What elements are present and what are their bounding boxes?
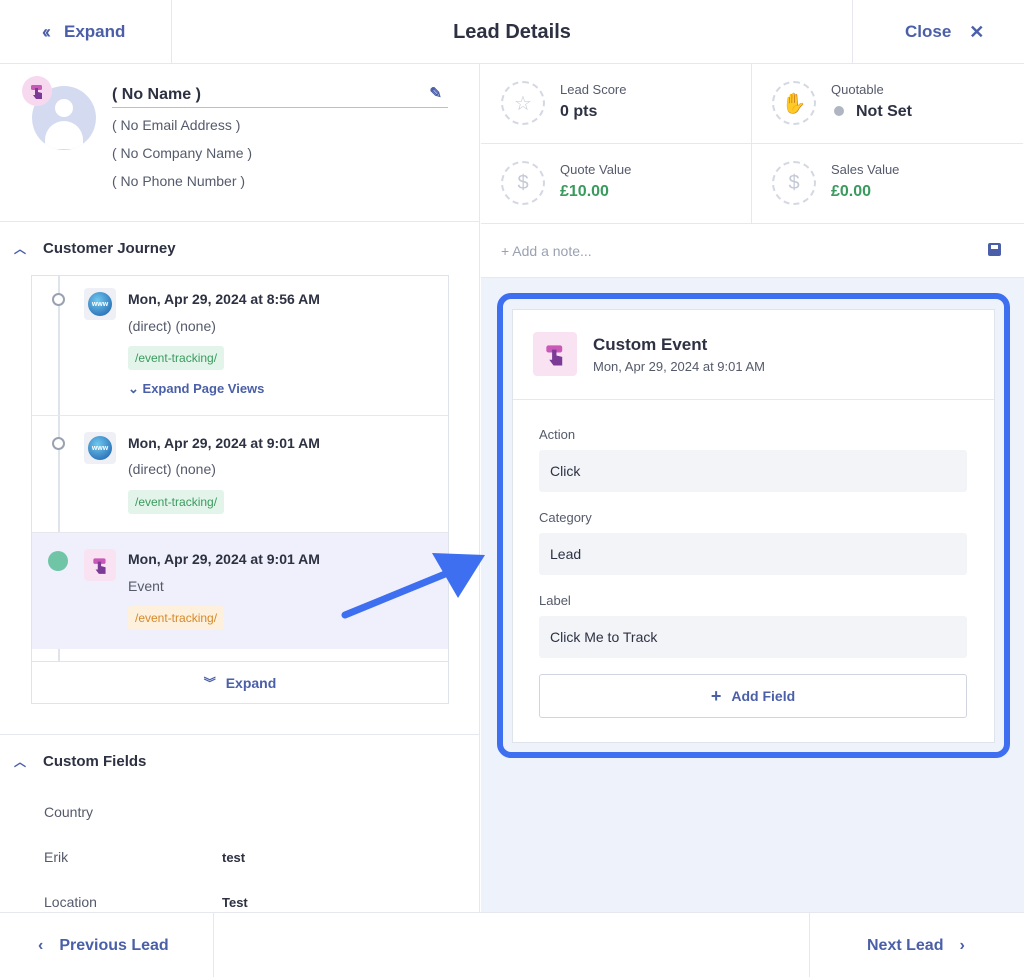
stat-label: Quotable <box>831 82 884 97</box>
money-bag-icon: $ <box>772 161 816 205</box>
custom-event-card: Custom Event Mon, Apr 29, 2024 at 9:01 A… <box>512 309 995 743</box>
quotable-value: Not Set <box>856 103 912 120</box>
customer-journey-toggle[interactable]: ︿ Customer Journey <box>0 238 479 258</box>
add-field-label: Add Field <box>731 688 796 704</box>
stat-label: Lead Score <box>560 82 627 97</box>
annotation-arrow <box>341 553 485 619</box>
journey-item-subtitle: (direct) (none) <box>128 461 216 477</box>
divider <box>0 734 479 735</box>
journey-item[interactable]: www Mon, Apr 29, 2024 at 8:56 AM (direct… <box>32 276 448 416</box>
close-icon: ✕ <box>969 21 985 42</box>
field-value-category[interactable]: Lead <box>539 533 967 575</box>
double-chevron-left-icon: ‹‹ <box>42 21 51 42</box>
close-button[interactable]: Close ✕ <box>852 0 1024 64</box>
custom-fields-toggle[interactable]: ︿ Custom Fields <box>0 751 479 771</box>
timeline-dot-active <box>48 551 68 571</box>
custom-field-label: Erik <box>44 849 69 865</box>
pointer-hand-icon <box>533 332 577 376</box>
previous-lead-label: Previous Lead <box>59 936 169 954</box>
stat-value: £10.00 <box>560 183 609 200</box>
next-lead-button[interactable]: Next Lead › <box>809 913 1024 977</box>
journey-item[interactable]: www Mon, Apr 29, 2024 at 9:01 AM (direct… <box>32 416 448 533</box>
expand-page-views-link[interactable]: ⌄ Expand Page Views <box>128 381 264 397</box>
card-title: Custom Event <box>593 335 708 354</box>
globe-icon: www <box>84 288 116 320</box>
star-icon: ☆ <box>501 81 545 125</box>
header: ‹‹ Expand Lead Details Close ✕ <box>0 0 1024 64</box>
stats-grid: ☆ Lead Score 0 pts ✋ Quotable Not Set $ … <box>481 64 1024 224</box>
field-label-category: Category <box>539 510 592 525</box>
journey-item-title: Mon, Apr 29, 2024 at 8:56 AM <box>128 291 320 307</box>
chevron-right-icon: › <box>959 936 965 954</box>
note-row <box>481 224 1024 278</box>
chevron-left-icon: ‹ <box>38 936 44 954</box>
lead-name-text: ( No Name ) <box>112 86 201 103</box>
stat-label: Sales Value <box>831 162 900 177</box>
journey-item-title: Mon, Apr 29, 2024 at 9:01 AM <box>128 551 320 567</box>
journey-item-subtitle: Event <box>128 578 164 594</box>
stat-value: Not Set <box>831 103 912 121</box>
customer-journey-list: www Mon, Apr 29, 2024 at 8:56 AM (direct… <box>31 275 449 704</box>
chevron-down-icon: ⌄ <box>128 381 139 396</box>
chevron-up-icon: ︿ <box>14 241 27 256</box>
quote-value-stat: $ Quote Value £10.00 <box>481 144 752 224</box>
journey-item-title: Mon, Apr 29, 2024 at 9:01 AM <box>128 435 320 451</box>
page-tag: /event-tracking/ <box>128 490 225 514</box>
next-lead-label: Next Lead <box>867 936 944 954</box>
add-field-button[interactable]: + Add Field <box>539 674 967 718</box>
card-timestamp: Mon, Apr 29, 2024 at 9:01 AM <box>593 359 766 374</box>
profile-card: ( No Name ) ✎ ( No Email Address ) ( No … <box>0 64 479 222</box>
save-icon[interactable] <box>988 243 1001 256</box>
pencil-icon[interactable]: ✎ <box>429 84 442 102</box>
footer: ‹ Previous Lead Next Lead › <box>0 912 1024 977</box>
lead-name[interactable]: ( No Name ) ✎ <box>112 84 448 108</box>
left-panel: ( No Name ) ✎ ( No Email Address ) ( No … <box>0 64 480 912</box>
field-label-action: Action <box>539 427 576 442</box>
close-label: Close <box>905 22 952 41</box>
custom-field-label: Location <box>44 894 97 910</box>
right-panel: ☆ Lead Score 0 pts ✋ Quotable Not Set $ … <box>481 64 1024 912</box>
page-tag: /event-tracking/ <box>128 346 225 370</box>
card-header: Custom Event Mon, Apr 29, 2024 at 9:01 A… <box>513 310 994 400</box>
field-value-action[interactable]: Click <box>539 450 967 492</box>
stat-value: £0.00 <box>831 183 872 200</box>
field-label-label: Label <box>539 593 571 608</box>
add-note-input[interactable] <box>501 240 961 262</box>
phone-number: ( No Phone Number ) <box>112 173 246 189</box>
chevron-up-icon: ︿ <box>14 754 27 769</box>
journey-item-subtitle: (direct) (none) <box>128 318 216 334</box>
stat-value: 0 pts <box>560 103 598 120</box>
stat-label: Quote Value <box>560 162 632 177</box>
page-title: Lead Details <box>453 20 571 43</box>
expand-journey-button[interactable]: ︾ Expand <box>32 661 448 703</box>
globe-icon: www <box>84 432 116 464</box>
page-tag: /event-tracking/ <box>128 606 225 630</box>
pointer-hand-icon <box>22 76 52 106</box>
previous-lead-button[interactable]: ‹ Previous Lead <box>0 913 214 977</box>
custom-field-value: test <box>222 850 246 865</box>
quotable-stat[interactable]: ✋ Quotable Not Set <box>752 64 1023 144</box>
email-address: ( No Email Address ) <box>112 117 241 133</box>
timeline-dot <box>52 293 65 306</box>
expand-label: Expand <box>64 22 126 41</box>
plus-icon: + <box>710 685 722 706</box>
hand-coins-icon: ✋ <box>772 81 816 125</box>
expand-button[interactable]: ‹‹ Expand <box>0 0 172 64</box>
custom-field-value: Test <box>222 895 248 910</box>
lead-score-stat: ☆ Lead Score 0 pts <box>481 64 752 144</box>
field-value-label[interactable]: Click Me to Track <box>539 616 967 658</box>
company-name: ( No Company Name ) <box>112 145 253 161</box>
pointer-hand-icon <box>84 549 116 581</box>
custom-field-label: Country <box>44 804 94 820</box>
expand-journey-label: Expand <box>225 674 277 691</box>
custom-fields-heading: Custom Fields <box>43 752 147 770</box>
status-dot <box>834 106 844 116</box>
expand-page-views-label: Expand Page Views <box>142 381 265 396</box>
double-chevron-down-icon: ︾ <box>203 676 216 690</box>
timeline-dot <box>52 437 65 450</box>
money-bag-icon: $ <box>501 161 545 205</box>
customer-journey-heading: Customer Journey <box>43 239 176 257</box>
sales-value-stat: $ Sales Value £0.00 <box>752 144 1023 224</box>
